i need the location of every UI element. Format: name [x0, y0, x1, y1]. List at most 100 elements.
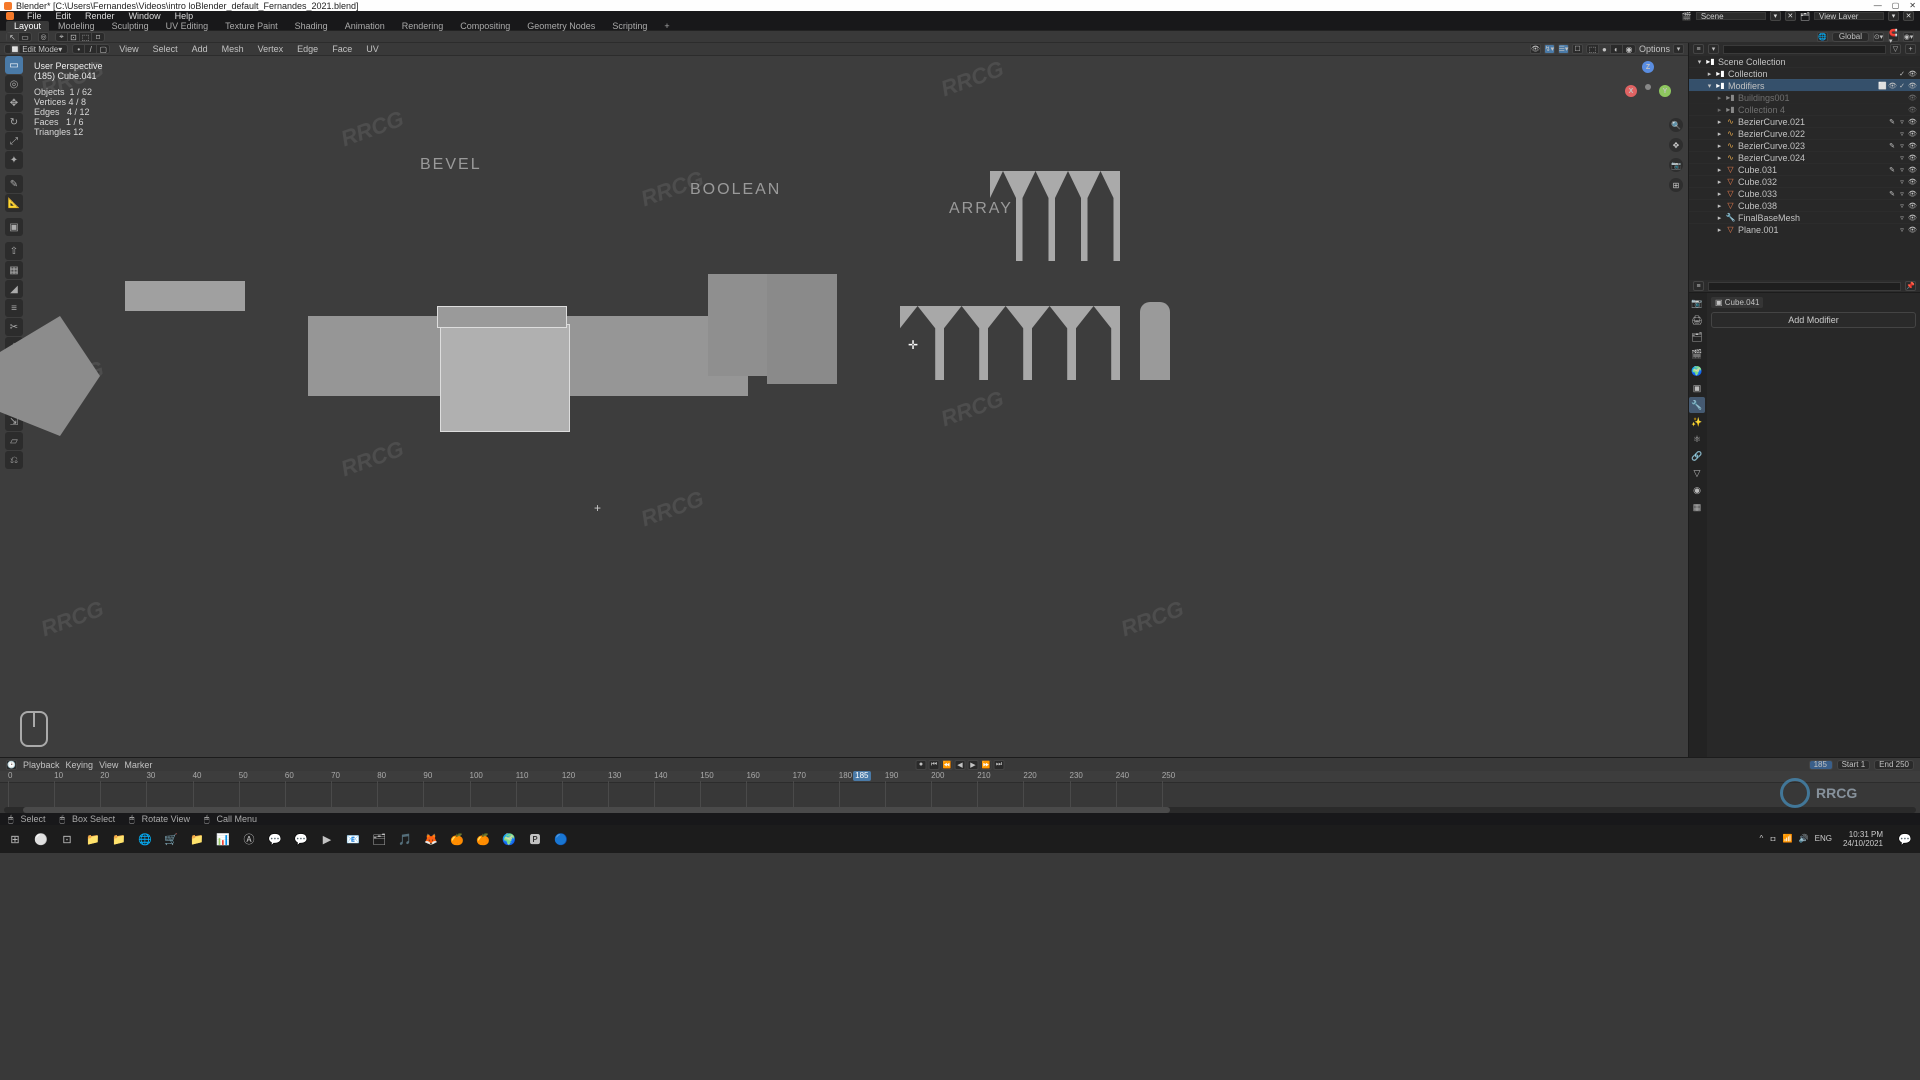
ptab-viewlayer[interactable]: 🗂 [1689, 329, 1705, 345]
outliner-toggle-icon[interactable]: ⬜ [1878, 82, 1886, 90]
tab-animation[interactable]: Animation [337, 21, 393, 31]
outliner-toggle-icon[interactable]: ▿ [1898, 214, 1906, 222]
outliner-toggle-icon[interactable]: 👁 [1908, 190, 1916, 198]
outliner-row[interactable]: ▸∿BezierCurve.021✎▿👁 [1689, 115, 1920, 127]
select-box-icon[interactable]: ▭ [19, 33, 31, 42]
vp-menu-add[interactable]: Add [187, 44, 213, 54]
taskbar-app[interactable]: 🔵 [550, 828, 572, 850]
disclosure-icon[interactable]: ▸ [1716, 202, 1723, 210]
select-tweak-icon[interactable]: ↖ [7, 33, 19, 42]
taskbar-app[interactable]: 💬 [290, 828, 312, 850]
outliner-row[interactable]: ▸▽Plane.001▿👁 [1689, 223, 1920, 235]
overlay-toggle-icon[interactable]: ☰▾ [1558, 44, 1569, 54]
outliner-toggle-icon[interactable]: 👁 [1908, 82, 1916, 90]
window-minimize-button[interactable]: — [1874, 1, 1882, 10]
visibility-toggle-icon[interactable]: 👁 [1530, 44, 1541, 54]
menu-render[interactable]: Render [79, 11, 121, 21]
3d-viewport[interactable]: 🔲 Edit Mode▾ • / ▢ View Select Add Mesh … [0, 43, 1688, 757]
shading-popover-icon[interactable]: ▾ [1673, 44, 1684, 54]
outliner-toggle-icon[interactable]: 👁 [1908, 118, 1916, 126]
outliner-toggle-icon[interactable]: 👁 [1908, 70, 1916, 78]
disclosure-icon[interactable]: ▸ [1716, 178, 1723, 186]
mesh-select-mode[interactable]: • / ▢ [72, 44, 110, 54]
ptab-texture[interactable]: ▦ [1689, 499, 1705, 515]
snap-d-icon[interactable]: ⌑ [92, 33, 104, 42]
taskbar-app[interactable]: Ⓐ [238, 828, 260, 850]
play-icon[interactable]: ▶ [968, 760, 979, 770]
mode-dropdown[interactable]: 🔲 Edit Mode▾ [4, 44, 68, 54]
taskbar-app[interactable]: 🎵 [394, 828, 416, 850]
shading-matprev-icon[interactable]: ◐ [1611, 45, 1623, 54]
scene-name-field[interactable] [1696, 12, 1766, 20]
outliner-display-mode[interactable]: ▾ [1708, 44, 1719, 54]
tab-modeling[interactable]: Modeling [50, 21, 103, 31]
start-frame-field[interactable]: Start 1 [1837, 760, 1871, 770]
outliner-toggle-icon[interactable]: 👁 [1908, 154, 1916, 162]
tab-add-workspace[interactable]: + [656, 21, 677, 31]
properties-editor-icon[interactable]: ≡ [1693, 281, 1704, 291]
autokey-icon[interactable]: ● [916, 760, 927, 770]
ptab-modifier[interactable]: 🔧 [1689, 397, 1705, 413]
timeline-editor[interactable]: 🕑 Playback Keying View Marker ● ⏮ ⏪ ◀ ▶ … [0, 757, 1920, 813]
disclosure-icon[interactable]: ▸ [1716, 118, 1723, 126]
tab-layout[interactable]: Layout [6, 21, 49, 31]
tray-icon[interactable]: 🔊 [1799, 834, 1809, 845]
disclosure-icon[interactable]: ▾ [1706, 82, 1713, 90]
snap-a-icon[interactable]: ⌖ [56, 33, 68, 42]
vp-menu-select[interactable]: Select [148, 44, 183, 54]
taskbar-app[interactable]: ⚪ [30, 828, 52, 850]
timeline-playhead[interactable]: 185 [853, 771, 871, 781]
taskbar-app[interactable]: 📊 [212, 828, 234, 850]
outliner-row[interactable]: ▸∿BezierCurve.023✎▿👁 [1689, 139, 1920, 151]
ptab-physics[interactable]: ⚛ [1689, 431, 1705, 447]
outliner-row[interactable]: ▸▽Cube.032▿👁 [1689, 175, 1920, 187]
tl-menu-view[interactable]: View [99, 760, 118, 770]
tl-menu-marker[interactable]: Marker [124, 760, 152, 770]
disclosure-icon[interactable]: ▸ [1716, 226, 1723, 234]
timeline-scrollbar[interactable] [4, 807, 1916, 813]
vp-menu-uv[interactable]: UV [361, 44, 384, 54]
keyframe-next-icon[interactable]: ⏩ [981, 760, 992, 770]
proportional-edit-icon[interactable]: ◉▾ [1903, 32, 1914, 42]
tab-compositing[interactable]: Compositing [452, 21, 518, 31]
outliner-toggle-icon[interactable]: ▿ [1898, 118, 1906, 126]
outliner-toggle-icon[interactable]: ▿ [1898, 166, 1906, 174]
gizmo-toggle-icon[interactable]: ↯▾ [1544, 44, 1555, 54]
outliner-row[interactable]: ▸▸▮Buildings001👁 [1689, 91, 1920, 103]
outliner-toggle-icon[interactable]: ✓ [1898, 70, 1906, 78]
vp-menu-mesh[interactable]: Mesh [217, 44, 249, 54]
shading-mode[interactable]: ⬚ ● ◐ ◉ [1586, 44, 1636, 54]
disclosure-icon[interactable]: ▸ [1716, 106, 1723, 114]
ptab-scene[interactable]: 🎬 [1689, 346, 1705, 362]
outliner-toggle-icon[interactable]: ▿ [1898, 154, 1906, 162]
tray-icon[interactable]: ^ [1760, 834, 1764, 845]
window-close-button[interactable]: ✕ [1909, 1, 1916, 10]
ptab-render[interactable]: 📷 [1689, 295, 1705, 311]
outliner-row[interactable]: ▾▸▮Modifiers⬜👁✓👁 [1689, 79, 1920, 91]
shading-render-icon[interactable]: ◉ [1623, 45, 1635, 54]
ptab-data[interactable]: ▽ [1689, 465, 1705, 481]
taskbar-app[interactable]: 📁 [186, 828, 208, 850]
ptab-particles[interactable]: ✨ [1689, 414, 1705, 430]
taskbar-app[interactable]: 🍊 [472, 828, 494, 850]
vp-menu-vertex[interactable]: Vertex [253, 44, 289, 54]
current-frame-field[interactable]: 185 [1809, 760, 1833, 770]
disclosure-icon[interactable]: ▸ [1716, 130, 1723, 138]
timeline-editor-icon[interactable]: 🕑 [6, 760, 17, 770]
outliner-tree[interactable]: ▾▸▮Scene Collection▸▸▮Collection✓👁▾▸▮Mod… [1689, 55, 1920, 280]
jump-end-icon[interactable]: ⏭ [994, 760, 1005, 770]
outliner-toggle-icon[interactable]: 👁 [1908, 130, 1916, 138]
ptab-constraint[interactable]: 🔗 [1689, 448, 1705, 464]
scene-new-button[interactable]: ▾ [1770, 11, 1781, 21]
outliner-toggle-icon[interactable]: ✎ [1888, 190, 1896, 198]
notifications-icon[interactable]: 💬 [1894, 828, 1916, 850]
timeline-track[interactable]: 0102030405060708090100110120130140150160… [0, 771, 1920, 813]
outliner-toggle-icon[interactable]: ▿ [1898, 202, 1906, 210]
xray-toggle-icon[interactable]: ☐ [1572, 44, 1583, 54]
outliner-row[interactable]: ▸∿BezierCurve.022▿👁 [1689, 127, 1920, 139]
tab-sculpting[interactable]: Sculpting [104, 21, 157, 31]
ptab-material[interactable]: ◉ [1689, 482, 1705, 498]
select-mode-toggle[interactable]: ↖ ▭ [6, 32, 32, 42]
tl-menu-keying[interactable]: Keying [66, 760, 94, 770]
outliner-toggle-icon[interactable]: 👁 [1908, 226, 1916, 234]
